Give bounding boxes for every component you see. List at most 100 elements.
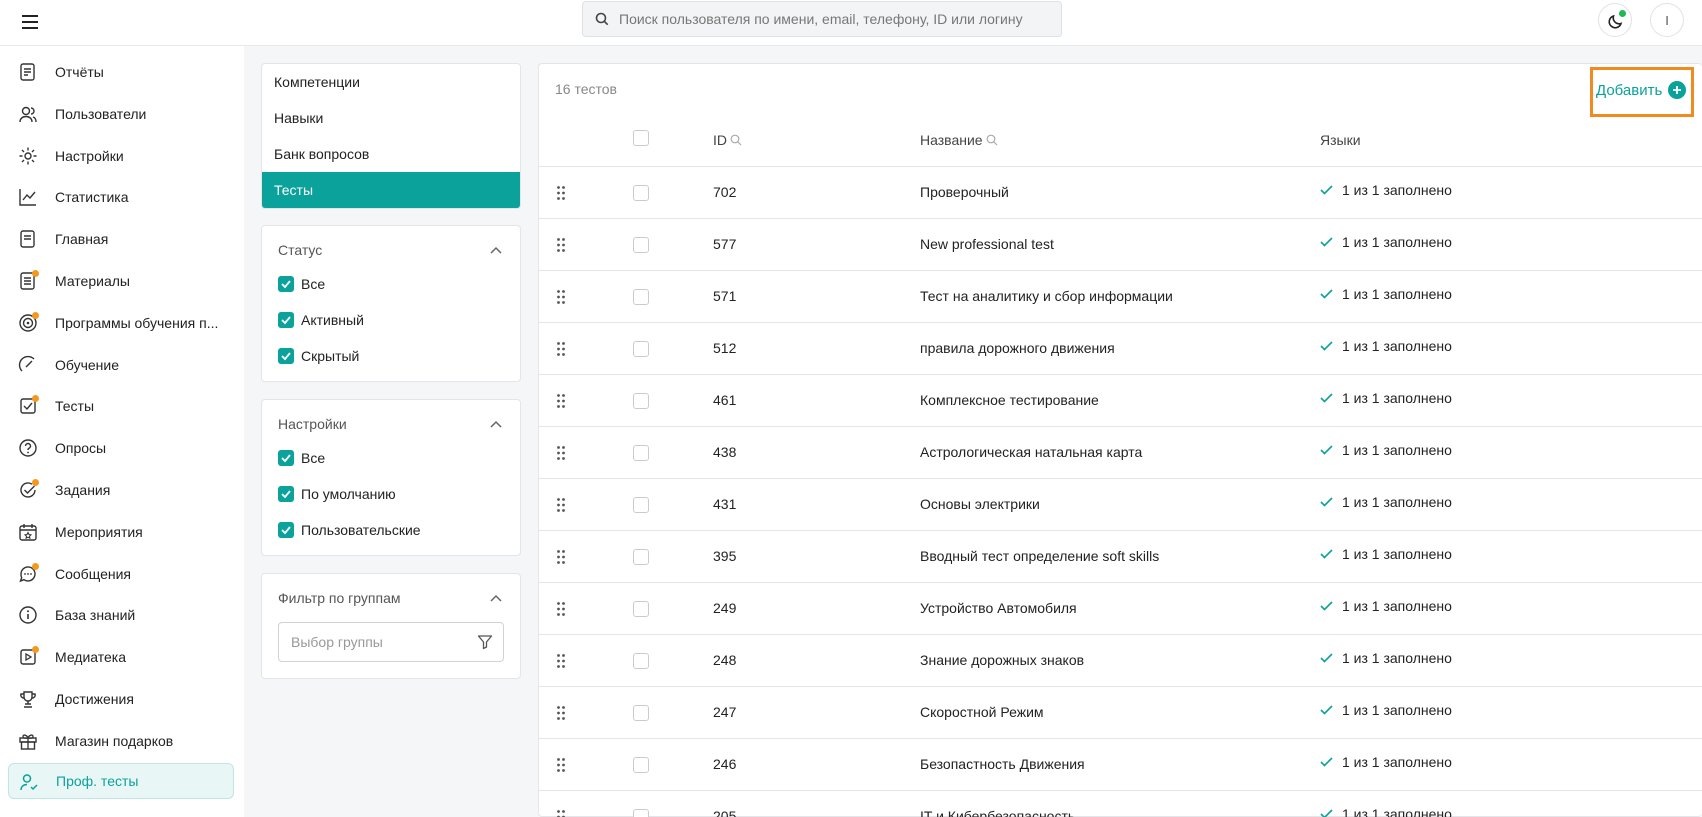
table-row[interactable]: 438 Астрологическая натальная карта 1 из 1…	[538, 427, 1702, 479]
search-icon[interactable]	[986, 134, 998, 146]
cell-name[interactable]: Знание дорожных знаков	[920, 652, 1084, 668]
row-checkbox[interactable]	[633, 549, 649, 565]
sidebar-item-3[interactable]: Статистика	[8, 179, 234, 215]
table-row[interactable]: 395 Вводный тест определение soft skills 1…	[538, 531, 1702, 583]
row-checkbox[interactable]	[633, 289, 649, 305]
status-option-all[interactable]: Все	[278, 274, 325, 294]
cell-name[interactable]: Основы электрики	[920, 496, 1040, 512]
drag-handle-icon[interactable]	[556, 497, 566, 513]
column-id[interactable]: ID	[713, 132, 742, 148]
group-select-input[interactable]	[291, 623, 471, 661]
row-checkbox[interactable]	[633, 653, 649, 669]
chevron-up-icon[interactable]	[490, 246, 502, 254]
table-row[interactable]: 461 Комплексное тестирование 1 из 1 заполн…	[538, 375, 1702, 427]
table-row[interactable]: 247 Скоростной Режим 1 из 1 заполнено	[538, 687, 1702, 739]
checkbox[interactable]	[278, 312, 294, 328]
sidebar-item-8[interactable]: Тесты	[8, 388, 234, 424]
drag-handle-icon[interactable]	[556, 809, 566, 817]
row-checkbox[interactable]	[633, 809, 649, 817]
row-checkbox[interactable]	[633, 341, 649, 357]
row-checkbox[interactable]	[633, 393, 649, 409]
checkbox[interactable]	[278, 276, 294, 292]
cell-name[interactable]: Скоростной Режим	[920, 704, 1044, 720]
sidebar-item-10[interactable]: Задания	[8, 472, 234, 508]
sidebar-item-6[interactable]: Программы обучения п...	[8, 305, 234, 341]
table-row[interactable]: 249 Устройство Автомобиля 1 из 1 заполнено	[538, 583, 1702, 635]
drag-handle-icon[interactable]	[556, 705, 566, 721]
cell-name[interactable]: Проверочный	[920, 184, 1009, 200]
search-icon[interactable]	[730, 134, 742, 146]
sidebar-item-15[interactable]: Достижения	[8, 681, 234, 717]
drag-handle-icon[interactable]	[556, 653, 566, 669]
category-competencies[interactable]: Компетенции	[262, 64, 520, 100]
sidebar-item-0[interactable]: Отчёты	[8, 54, 234, 90]
search-input[interactable]	[619, 2, 1049, 36]
sidebar-item-17[interactable]: Проф. тесты	[8, 762, 234, 799]
category-tests[interactable]: Тесты	[262, 172, 520, 208]
drag-handle-icon[interactable]	[556, 185, 566, 201]
filter-icon[interactable]	[477, 634, 493, 650]
row-checkbox[interactable]	[633, 705, 649, 721]
cell-name[interactable]: Безопастность Движения	[920, 756, 1085, 772]
checkbox[interactable]	[278, 522, 294, 538]
sidebar-item-2[interactable]: Настройки	[8, 138, 234, 174]
settings-option-custom[interactable]: Пользовательские	[278, 520, 421, 540]
table-row[interactable]: 205 IT и Кибербезопасность 1 из 1 заполнен…	[538, 791, 1702, 817]
cell-name[interactable]: Комплексное тестирование	[920, 392, 1099, 408]
add-button[interactable]: Добавить	[1596, 80, 1687, 100]
row-checkbox[interactable]	[633, 185, 649, 201]
cell-name[interactable]: Тест на аналитику и сбор информации	[920, 288, 1173, 304]
table-row[interactable]: 571 Тест на аналитику и сбор информации 1 …	[538, 271, 1702, 323]
sidebar-item-7[interactable]: Обучение	[8, 347, 234, 383]
checkbox[interactable]	[278, 348, 294, 364]
row-checkbox[interactable]	[633, 601, 649, 617]
settings-option-all[interactable]: Все	[278, 448, 325, 468]
table-row[interactable]: 248 Знание дорожных знаков 1 из 1 заполнен…	[538, 635, 1702, 687]
sidebar-item-1[interactable]: Пользователи	[8, 96, 234, 132]
drag-handle-icon[interactable]	[556, 445, 566, 461]
cell-name[interactable]: Астрологическая натальная карта	[920, 444, 1142, 460]
drag-handle-icon[interactable]	[556, 757, 566, 773]
group-select[interactable]	[278, 622, 504, 662]
row-checkbox[interactable]	[633, 757, 649, 773]
sidebar-item-13[interactable]: База знаний	[8, 597, 234, 633]
row-checkbox[interactable]	[633, 237, 649, 253]
cell-name[interactable]: Вводный тест определение soft skills	[920, 548, 1159, 564]
column-name[interactable]: Название	[920, 132, 998, 148]
drag-handle-icon[interactable]	[556, 549, 566, 565]
table-row[interactable]: 431 Основы электрики 1 из 1 заполнено	[538, 479, 1702, 531]
cell-name[interactable]: New professional test	[920, 236, 1054, 252]
sidebar-item-12[interactable]: Сообщения	[8, 556, 234, 592]
row-checkbox[interactable]	[633, 497, 649, 513]
cell-name[interactable]: IT и Кибербезопасность	[920, 808, 1075, 817]
row-checkbox[interactable]	[633, 445, 649, 461]
category-skills[interactable]: Навыки	[262, 100, 520, 136]
theme-toggle-button[interactable]	[1598, 3, 1632, 37]
sidebar-item-16[interactable]: Магазин подарков	[8, 723, 234, 759]
table-row[interactable]: 246 Безопастность Движения 1 из 1 заполнен…	[538, 739, 1702, 791]
status-option-hidden[interactable]: Скрытый	[278, 346, 359, 366]
sidebar-item-11[interactable]: Мероприятия	[8, 514, 234, 550]
table-row[interactable]: 702 Проверочный 1 из 1 заполнено	[538, 167, 1702, 219]
drag-handle-icon[interactable]	[556, 393, 566, 409]
table-row[interactable]: 577 New professional test 1 из 1 заполнено	[538, 219, 1702, 271]
settings-option-default[interactable]: По умолчанию	[278, 484, 396, 504]
cell-name[interactable]: правила дорожного движения	[920, 340, 1115, 356]
drag-handle-icon[interactable]	[556, 341, 566, 357]
avatar[interactable]: I	[1650, 3, 1684, 37]
drag-handle-icon[interactable]	[556, 237, 566, 253]
table-row[interactable]: 512 правила дорожного движения 1 из 1 запо…	[538, 323, 1702, 375]
cell-name[interactable]: Устройство Автомобиля	[920, 600, 1077, 616]
sidebar-item-14[interactable]: Медиатека	[8, 639, 234, 675]
category-question-bank[interactable]: Банк вопросов	[262, 136, 520, 172]
drag-handle-icon[interactable]	[556, 601, 566, 617]
sidebar-item-4[interactable]: Главная	[8, 221, 234, 257]
chevron-up-icon[interactable]	[490, 594, 502, 602]
menu-icon[interactable]	[18, 10, 42, 34]
checkbox[interactable]	[278, 450, 294, 466]
select-all-checkbox[interactable]	[633, 130, 649, 146]
sidebar-item-5[interactable]: Материалы	[8, 263, 234, 299]
sidebar-item-9[interactable]: Опросы	[8, 430, 234, 466]
drag-handle-icon[interactable]	[556, 289, 566, 305]
chevron-up-icon[interactable]	[490, 420, 502, 428]
